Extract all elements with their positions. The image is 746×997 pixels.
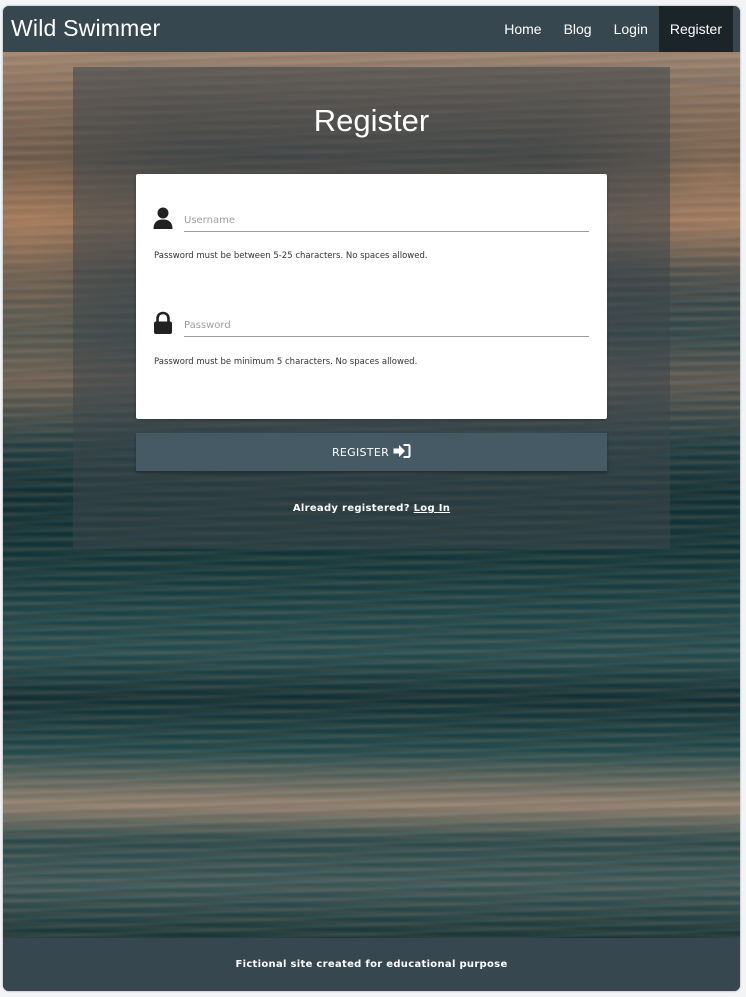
already-registered-text: Already registered? Log In [73, 503, 670, 514]
person-icon [152, 206, 174, 230]
password-input[interactable] [184, 314, 589, 337]
footer: Fictional site created for educational p… [3, 938, 740, 991]
sign-in-icon [393, 443, 411, 462]
login-link[interactable]: Log In [414, 503, 451, 514]
password-helper-text: Password must be minimum 5 characters. N… [154, 357, 418, 367]
username-helper-text: Password must be between 5-25 characters… [154, 251, 428, 261]
brand-logo[interactable]: Wild Swimmer [11, 15, 160, 42]
nav-login[interactable]: Login [603, 6, 659, 52]
already-registered-label: Already registered? [292, 503, 410, 514]
browser-page: Wild Swimmer Home Blog Login Register Re… [3, 6, 740, 991]
lock-icon [152, 311, 174, 335]
register-form: Password must be between 5-25 characters… [136, 174, 607, 419]
nav-home[interactable]: Home [493, 6, 552, 52]
nav-blog[interactable]: Blog [553, 6, 603, 52]
navbar: Wild Swimmer Home Blog Login Register [3, 6, 740, 52]
nav-menu: Home Blog Login Register [493, 6, 733, 52]
register-button[interactable]: REGISTER [136, 433, 607, 471]
nav-register[interactable]: Register [658, 6, 733, 52]
register-panel: Register Password must be between 5-25 c… [73, 67, 670, 549]
page-title: Register [313, 103, 430, 138]
register-button-label: REGISTER [331, 445, 390, 459]
username-input[interactable] [184, 209, 589, 232]
footer-text: Fictional site created for educational p… [235, 959, 508, 970]
